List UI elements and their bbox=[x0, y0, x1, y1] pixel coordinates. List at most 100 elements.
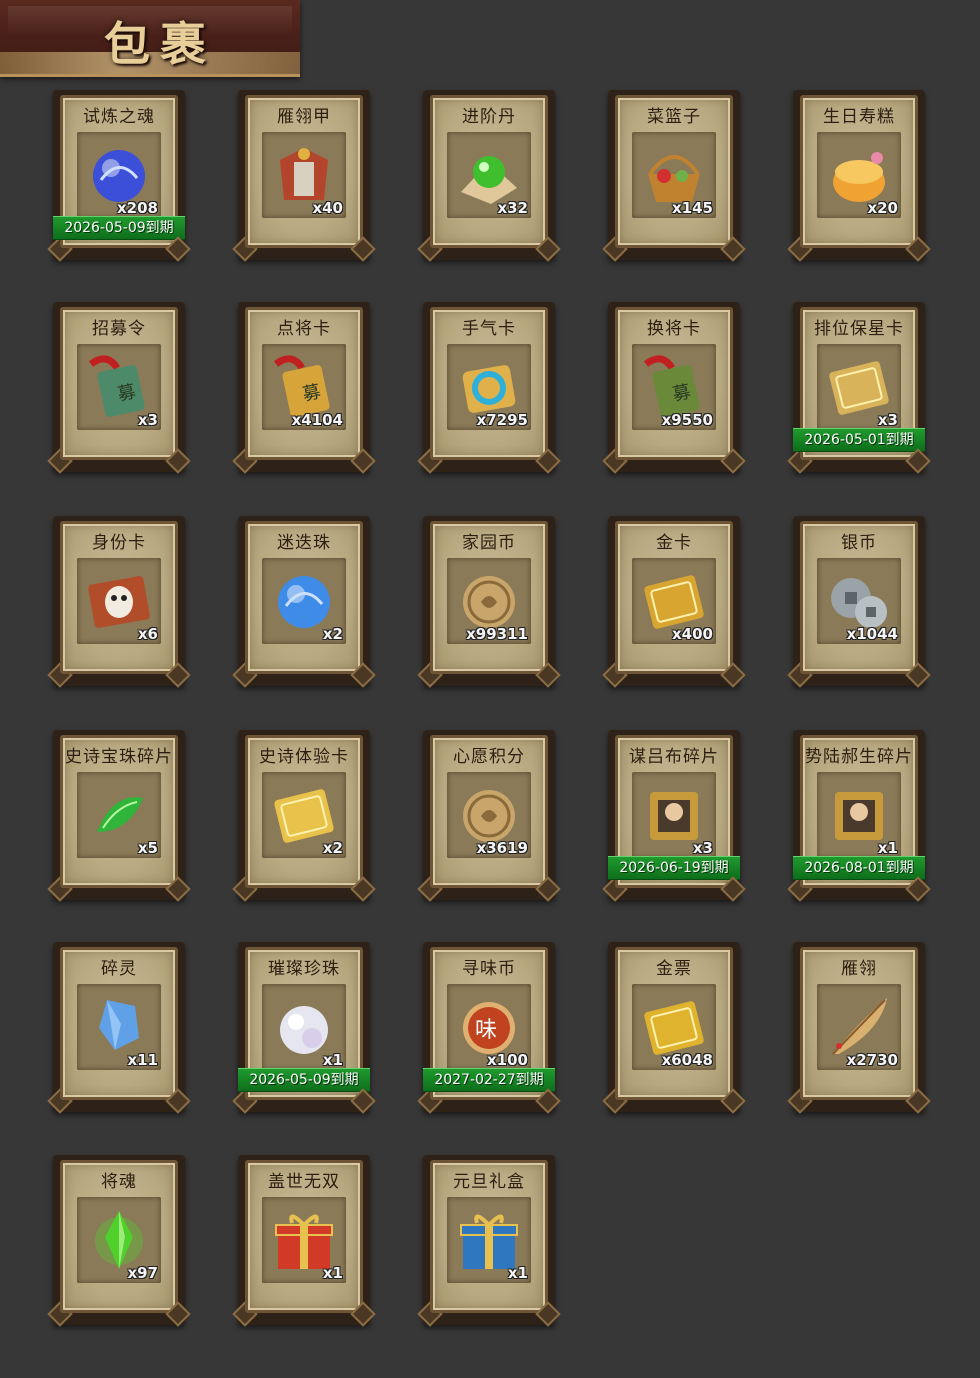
item-name: 雁翎甲 bbox=[277, 107, 331, 127]
gold-card-icon: x400 bbox=[632, 558, 716, 644]
item-name: 璀璨珍珠 bbox=[268, 959, 340, 979]
inventory-item-card[interactable]: 史诗体验卡 x2 bbox=[238, 730, 370, 900]
item-name: 进阶丹 bbox=[462, 107, 516, 127]
inventory-item-card[interactable]: 谋吕布碎片 x3 2026-06-19到期 bbox=[608, 730, 740, 900]
green-pill-icon: x32 bbox=[447, 132, 531, 218]
inventory-item-card[interactable]: 点将卡募 x4104 bbox=[238, 302, 370, 472]
silver-coin-icon: x1044 bbox=[817, 558, 901, 644]
inventory-item-card[interactable]: 元旦礼盒 x1 bbox=[423, 1155, 555, 1325]
green-shard-icon: x5 bbox=[77, 772, 161, 858]
inventory-item-card[interactable]: 盖世无双 x1 bbox=[238, 1155, 370, 1325]
item-name: 史诗体验卡 bbox=[259, 747, 349, 767]
inventory-item-card[interactable]: 身份卡 x6 bbox=[53, 516, 185, 686]
item-name: 银币 bbox=[841, 533, 877, 553]
item-name: 元旦礼盒 bbox=[453, 1172, 525, 1192]
item-quantity: x99311 bbox=[466, 625, 528, 643]
item-quantity: x1 bbox=[507, 1264, 528, 1282]
inventory-item-card[interactable]: 手气卡 x7295 bbox=[423, 302, 555, 472]
item-quantity: x40 bbox=[312, 199, 343, 217]
expiry-badge: 2026-06-19到期 bbox=[608, 856, 740, 880]
inventory-item-card[interactable]: 史诗宝珠碎片 x5 bbox=[53, 730, 185, 900]
item-name: 盖世无双 bbox=[268, 1172, 340, 1192]
inventory-item-card[interactable]: 寻味币味 x100 2027-02-27到期 bbox=[423, 942, 555, 1112]
inventory-item-card[interactable]: 家园币 x99311 bbox=[423, 516, 555, 686]
inventory-item-card[interactable]: 银币 x1044 bbox=[793, 516, 925, 686]
expiry-badge: 2026-05-09到期 bbox=[238, 1068, 370, 1092]
inventory-item-card[interactable]: 雁翎 x2730 bbox=[793, 942, 925, 1112]
item-name: 招募令 bbox=[92, 319, 146, 339]
item-name: 迷迭珠 bbox=[277, 533, 331, 553]
item-quantity: x20 bbox=[867, 199, 898, 217]
rank-star-card-icon: x3 bbox=[817, 344, 901, 430]
cake-icon: x20 bbox=[817, 132, 901, 218]
inventory-item-card[interactable]: 招募令募 x3 bbox=[53, 302, 185, 472]
inventory-item-card[interactable]: 菜篮子 x145 bbox=[608, 90, 740, 260]
item-quantity: x1 bbox=[322, 1264, 343, 1282]
item-name: 势陆郝生碎片 bbox=[805, 747, 913, 767]
item-quantity: x208 bbox=[117, 199, 158, 217]
item-name: 换将卡 bbox=[647, 319, 701, 339]
item-name: 将魂 bbox=[101, 1172, 137, 1192]
expiry-badge: 2027-02-27到期 bbox=[423, 1068, 555, 1092]
inventory-item-card[interactable]: 势陆郝生碎片 x1 2026-08-01到期 bbox=[793, 730, 925, 900]
item-name: 点将卡 bbox=[277, 319, 331, 339]
luck-card-icon: x7295 bbox=[447, 344, 531, 430]
wish-coin-icon: x3619 bbox=[447, 772, 531, 858]
blue-dragon-orb-icon: x208 bbox=[77, 132, 161, 218]
item-quantity: x6048 bbox=[661, 1051, 713, 1069]
inventory-item-card[interactable]: 心愿积分 x3619 bbox=[423, 730, 555, 900]
item-quantity: x400 bbox=[672, 625, 713, 643]
white-pearl-icon: x1 bbox=[262, 984, 346, 1070]
inventory-item-card[interactable]: 试炼之魂 x208 2026-05-09到期 bbox=[53, 90, 185, 260]
item-name: 碎灵 bbox=[101, 959, 137, 979]
gold-ticket-icon: x6048 bbox=[632, 984, 716, 1070]
item-quantity: x3619 bbox=[476, 839, 528, 857]
blue-gift-box-icon: x1 bbox=[447, 1197, 531, 1283]
item-quantity: x3 bbox=[692, 839, 713, 857]
feather-icon: x2730 bbox=[817, 984, 901, 1070]
item-quantity: x2 bbox=[322, 625, 343, 643]
inventory-item-card[interactable]: 金卡 x400 bbox=[608, 516, 740, 686]
item-quantity: x145 bbox=[672, 199, 713, 217]
item-name: 雁翎 bbox=[841, 959, 877, 979]
item-quantity: x2 bbox=[322, 839, 343, 857]
puzzle-portrait-icon: x3 bbox=[632, 772, 716, 858]
page-title: 包裹 bbox=[104, 17, 216, 71]
item-quantity: x2730 bbox=[846, 1051, 898, 1069]
inventory-item-card[interactable]: 进阶丹 x32 bbox=[423, 90, 555, 260]
inventory-item-card[interactable]: 迷迭珠 x2 bbox=[238, 516, 370, 686]
item-quantity: x1 bbox=[877, 839, 898, 857]
item-quantity: x4104 bbox=[291, 411, 343, 429]
item-name: 身份卡 bbox=[92, 533, 146, 553]
inventory-item-card[interactable]: 金票 x6048 bbox=[608, 942, 740, 1112]
item-name: 菜篮子 bbox=[647, 107, 701, 127]
item-quantity: x5 bbox=[137, 839, 158, 857]
item-quantity: x9550 bbox=[661, 411, 713, 429]
item-quantity: x1 bbox=[322, 1051, 343, 1069]
red-gift-box-icon: x1 bbox=[262, 1197, 346, 1283]
item-name: 排位保星卡 bbox=[814, 319, 904, 339]
inventory-item-card[interactable]: 璀璨珍珠 x1 2026-05-09到期 bbox=[238, 942, 370, 1112]
item-quantity: x3 bbox=[877, 411, 898, 429]
expiry-badge: 2026-08-01到期 bbox=[793, 856, 925, 880]
title-banner: 包裹 bbox=[0, 0, 300, 77]
item-name: 家园币 bbox=[462, 533, 516, 553]
item-name: 寻味币 bbox=[462, 959, 516, 979]
inventory-item-card[interactable]: 将魂 x97 bbox=[53, 1155, 185, 1325]
inventory-item-card[interactable]: 生日寿糕 x20 bbox=[793, 90, 925, 260]
inventory-item-card[interactable]: 排位保星卡 x3 2026-05-01到期 bbox=[793, 302, 925, 472]
item-name: 史诗宝珠碎片 bbox=[65, 747, 173, 767]
inventory-item-card[interactable]: 碎灵 x11 bbox=[53, 942, 185, 1112]
basket-icon: x145 bbox=[632, 132, 716, 218]
svg-text:味: 味 bbox=[475, 1018, 497, 1043]
item-name: 金票 bbox=[656, 959, 692, 979]
general-soul-crystal-icon: x97 bbox=[77, 1197, 161, 1283]
item-quantity: x6 bbox=[137, 625, 158, 643]
inventory-item-card[interactable]: 换将卡募 x9550 bbox=[608, 302, 740, 472]
inventory-item-card[interactable]: 雁翎甲 x40 bbox=[238, 90, 370, 260]
item-name: 生日寿糕 bbox=[823, 107, 895, 127]
item-quantity: x1044 bbox=[846, 625, 898, 643]
item-quantity: x100 bbox=[487, 1051, 528, 1069]
home-coin-icon: x99311 bbox=[447, 558, 531, 644]
general-card-icon: 募 x4104 bbox=[262, 344, 346, 430]
